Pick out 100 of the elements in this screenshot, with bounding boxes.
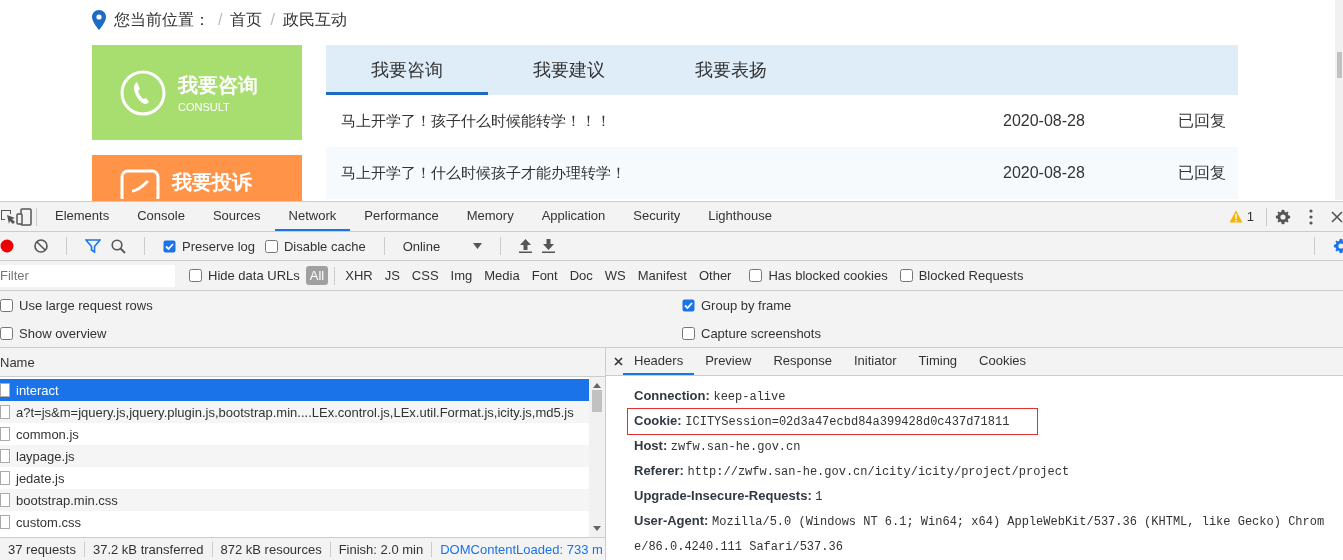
request-row[interactable]: common.js [0,423,589,445]
type-filter[interactable]: Img [446,266,477,285]
type-filter[interactable]: XHR [341,266,377,285]
inspect-icon[interactable] [0,208,16,225]
detail-tab[interactable]: Headers [623,348,695,375]
tab[interactable]: 我要咨询 [326,45,488,95]
upload-icon[interactable] [518,239,532,253]
request-row[interactable]: bootstrap.min.css [0,489,589,511]
message-title[interactable]: 马上开学了！什么时候孩子才能办理转学！ [341,163,1003,183]
type-filter[interactable]: WS [600,266,630,285]
header-line: Cookie: ICITYSession=02d3a47ecbd84a399428d0c437d71811 [628,409,1038,434]
header-line: Host: zwfw.san-he.gov.cn [634,437,802,456]
detail-tab[interactable]: Cookies [968,348,1038,375]
checkbox[interactable] [0,298,13,312]
type-filter[interactable]: Doc [565,266,597,285]
breadcrumb-link[interactable]: 首页 [230,9,263,31]
file-icon [0,493,10,507]
close-icon[interactable] [614,357,623,366]
scrollbar[interactable] [1335,0,1343,200]
checkbox[interactable] [265,239,278,253]
request-row[interactable]: jedate.js [0,467,589,489]
file-icon [0,383,10,397]
type-filter[interactable]: Media [480,266,524,285]
status-text: Finish: 2.0 min [330,541,433,557]
warning-icon [1228,210,1243,223]
checkbox-label[interactable]: Hide data URLs [208,268,300,283]
warning-count[interactable]: 1 [1246,209,1254,224]
checkbox-label[interactable]: Blocked Requests [918,268,1024,283]
devtools-tab[interactable]: Console [123,202,199,231]
request-row[interactable]: a?t=js&m=jquery.js,jquery.plugin.js,bootstrap.min....LEx.control.js,LEx.util.Format.js,icity.js,md5.js [0,401,589,423]
detail-tab[interactable]: Preview [694,348,763,375]
device-icon[interactable] [16,207,32,226]
card-title: 我要投诉 [172,170,252,195]
checkbox-label[interactable]: Disable cache [284,238,366,254]
checkbox[interactable] [163,239,176,253]
devtools-tab[interactable]: Performance [350,202,453,231]
scrollbar[interactable] [589,377,605,537]
checkbox[interactable] [682,326,695,340]
tab[interactable]: 我要表扬 [650,45,812,95]
clear-icon[interactable] [34,239,48,253]
checkbox-label[interactable]: Has blocked cookies [768,268,888,283]
throttling-select[interactable]: Online [402,238,463,254]
checkbox-label[interactable]: Show overview [19,325,107,341]
checkbox[interactable] [0,326,13,340]
devtools-tab[interactable]: Elements [41,202,124,231]
header-line: Referer: http://zwfw.san-he.gov.cn/icity/icity/project/project [634,462,1071,481]
header-line: Connection: keep-alive [634,387,787,406]
request-row[interactable]: interact [0,379,589,401]
scroll-up-icon[interactable] [593,383,601,388]
checkbox[interactable] [749,269,763,282]
request-row[interactable]: laypage.js [0,445,589,467]
tab[interactable]: 我要建议 [488,45,650,95]
file-icon [0,449,10,463]
request-row[interactable]: custom.css [0,511,589,533]
checkbox[interactable] [189,269,202,282]
settings-icon[interactable] [1275,208,1291,225]
download-icon[interactable] [541,239,555,253]
type-filter[interactable]: JS [380,266,404,285]
breadcrumb-separator: / [218,11,223,29]
type-filter[interactable]: Font [527,266,562,285]
devtools-tab[interactable]: Application [527,202,620,231]
scroll-down-icon[interactable] [593,526,601,531]
type-filter[interactable]: Manifest [633,266,691,285]
location-pin-icon [92,10,106,30]
breadcrumb-label: 您当前位置： [114,9,210,30]
checkbox[interactable] [899,269,913,282]
detail-tab[interactable]: Initiator [842,348,908,375]
type-filter[interactable]: Other [694,266,736,285]
card-subtitle: CONSULT [178,101,231,113]
message-date: 2020-08-28 [1003,112,1086,130]
devtools-tab[interactable]: Lighthouse [694,202,786,231]
status-text: 37 requests [0,541,85,557]
column-header[interactable]: Name [0,354,35,370]
filter-field[interactable]: Filter [0,264,175,287]
devtools-tab[interactable]: Memory [452,202,528,231]
devtools-tab[interactable]: Security [619,202,695,231]
checkbox[interactable] [682,298,695,312]
type-filter[interactable]: CSS [407,266,443,285]
status-text: 37.2 kB transferred [84,541,213,557]
checkbox-label[interactable]: Preserve log [182,238,255,254]
detail-tab[interactable]: Timing [907,348,969,375]
record-icon[interactable] [0,239,14,253]
search-icon[interactable] [111,238,126,254]
devtools-tab[interactable]: Sources [198,202,275,231]
filter-icon[interactable] [85,239,101,253]
checkbox-label[interactable]: Group by frame [701,297,792,313]
detail-tab[interactable]: Response [762,348,843,375]
message-date: 2020-08-28 [1003,164,1086,182]
more-options-icon[interactable] [1309,208,1313,225]
close-icon[interactable] [1331,210,1343,223]
checkbox-label[interactable]: Capture screenshots [701,325,821,341]
message-title[interactable]: 马上开学了！孩子什么时候能转学！！！ [341,111,1003,131]
scrollbar-thumb[interactable] [1337,52,1342,78]
scrollbar-thumb[interactable] [592,390,602,412]
header-line: Upgrade-Insecure-Requests: 1 [634,487,824,506]
devtools-tab[interactable]: Network [274,202,351,231]
breadcrumb-link[interactable]: 政民互动 [282,9,347,31]
caret-icon[interactable] [472,243,482,249]
checkbox-label[interactable]: Use large request rows [19,297,153,313]
message-status: 已回复 [1178,110,1227,131]
